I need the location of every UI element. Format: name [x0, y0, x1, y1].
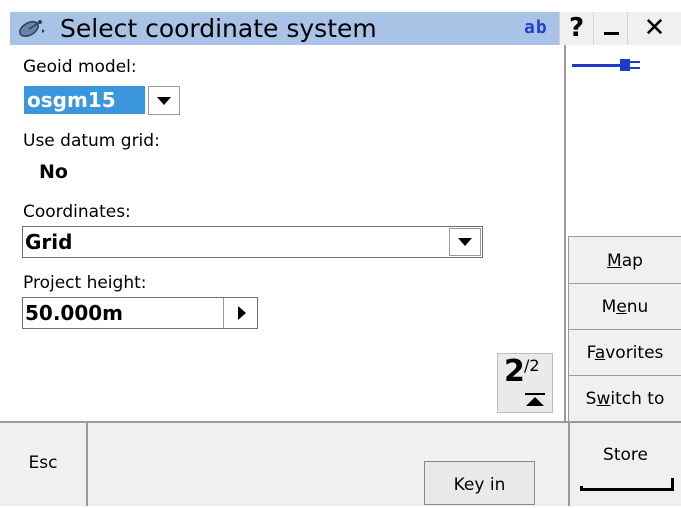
satellite-dish-icon	[19, 20, 45, 37]
window-title: Select coordinate system	[60, 14, 377, 43]
coordinates-label: Coordinates:	[23, 202, 131, 222]
total-pages: /2	[524, 356, 540, 375]
coordinates-value[interactable]: Grid	[25, 229, 72, 255]
chevron-down-icon[interactable]	[449, 228, 481, 256]
esc-button[interactable]: Esc	[0, 423, 88, 506]
minimize-icon	[604, 32, 619, 35]
page-up-icon	[525, 393, 545, 406]
project-height-label: Project height:	[23, 273, 147, 293]
geoid-model-value[interactable]: osgm15	[24, 86, 145, 114]
input-mode-indicator[interactable]: ab	[524, 16, 548, 40]
map-button-label: Map	[607, 251, 643, 271]
arrow-right-icon[interactable]	[223, 298, 257, 328]
key-in-button[interactable]: Key in	[424, 461, 535, 505]
datum-grid-value: No	[39, 161, 68, 183]
favorites-button[interactable]: Favorites	[569, 330, 681, 376]
chevron-down-icon[interactable]	[148, 86, 180, 115]
store-button[interactable]: Store	[568, 423, 681, 506]
switch-to-button-label: Switch to	[585, 389, 665, 409]
menu-button[interactable]: Menu	[569, 284, 681, 330]
enter-key-icon	[580, 478, 674, 491]
close-button[interactable]: ✕	[627, 12, 681, 45]
status-area	[568, 45, 681, 237]
help-button[interactable]: ?	[559, 12, 593, 45]
project-height-value[interactable]: 50.000m	[25, 300, 123, 326]
geoid-model-label: Geoid model:	[23, 57, 137, 77]
power-plug-icon	[572, 59, 640, 71]
datum-grid-label: Use datum grid:	[23, 131, 160, 151]
store-button-label: Store	[603, 445, 648, 465]
current-page: 2	[504, 354, 525, 389]
coordinates-dropdown[interactable]	[22, 226, 483, 258]
favorites-button-label: Favorites	[586, 343, 664, 363]
minimize-button[interactable]	[593, 12, 627, 45]
map-button[interactable]: Map	[569, 238, 681, 284]
switch-to-button[interactable]: Switch to	[569, 376, 681, 422]
menu-button-label: Menu	[601, 297, 649, 317]
